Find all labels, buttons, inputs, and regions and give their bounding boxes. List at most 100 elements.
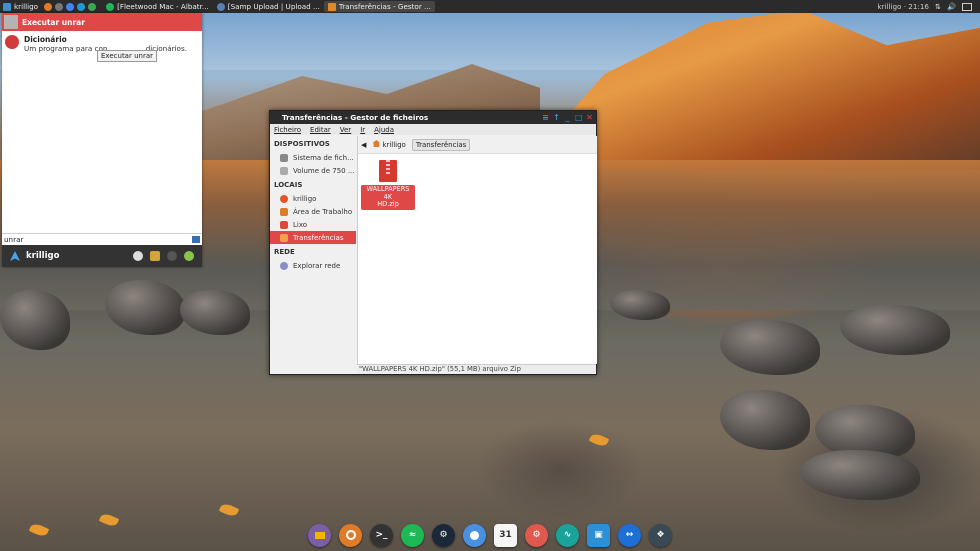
- downloads-folder-icon: [280, 233, 288, 242]
- file-label: WALLPAPERS 4K HD.zip: [361, 185, 415, 210]
- up-arrow-icon[interactable]: ↑: [553, 114, 560, 122]
- show-desktop-icon[interactable]: [962, 2, 972, 11]
- close-icon[interactable]: ✕: [586, 114, 593, 122]
- taskbar-item[interactable]: [Samp Upload | Upload ...: [213, 1, 324, 12]
- minimize-icon[interactable]: _: [564, 114, 571, 122]
- files-icon[interactable]: [308, 523, 331, 547]
- software-icon[interactable]: [133, 251, 143, 261]
- tray: krilligo · 21:16 ⇅ 🔊: [877, 2, 980, 11]
- file-view: ◀ krilligo Transferências WALLPAPERS 4K …: [357, 136, 597, 364]
- wallpaper-rock: [840, 305, 950, 355]
- home-icon: [372, 140, 381, 147]
- browser-icon: [216, 2, 225, 11]
- trash-icon: [280, 220, 288, 229]
- user-avatar-icon: [10, 251, 20, 261]
- dictionary-icon: [5, 35, 19, 49]
- wallpaper-rock: [180, 290, 250, 335]
- sidebar-item-home[interactable]: krilligo: [270, 192, 356, 205]
- quick-launchers: [41, 0, 102, 13]
- menu-editar[interactable]: Editar: [310, 126, 331, 134]
- file-label-line: WALLPAPERS 4K: [366, 185, 410, 201]
- file-item-wallpapers-zip[interactable]: WALLPAPERS 4K HD.zip: [361, 160, 415, 210]
- file-label-line: HD.zip: [377, 200, 399, 208]
- chromium-icon[interactable]: [463, 523, 486, 547]
- wallpaper-leaf: [218, 501, 240, 519]
- sidebar-header-places: LOCAIS: [274, 181, 303, 189]
- tooltip: Executar unrar: [97, 50, 157, 62]
- breadcrumb-downloads[interactable]: Transferências: [411, 138, 471, 151]
- teamviewer-icon[interactable]: [77, 2, 86, 11]
- sidebar-item-network[interactable]: Explorar rede: [270, 259, 356, 272]
- sidebar-item-filesystem[interactable]: Sistema de fich...: [270, 151, 356, 164]
- wallpaper-rock: [105, 280, 185, 335]
- image-viewer-icon[interactable]: ▣: [587, 523, 610, 547]
- wallpaper-rock: [610, 290, 670, 320]
- spotify-icon[interactable]: ≈: [401, 523, 424, 547]
- launcher-username: krilligo: [26, 251, 60, 261]
- kodi-icon[interactable]: ❖: [649, 523, 672, 547]
- chromium-icon[interactable]: [66, 2, 75, 11]
- menu-ver[interactable]: Ver: [340, 126, 351, 134]
- sidebar-item-desktop[interactable]: Área de Trabalho: [270, 205, 356, 218]
- network-icon[interactable]: ⇅: [935, 2, 941, 11]
- sidebar-header-network: REDE: [274, 248, 295, 256]
- sidebar-item-label: Área de Trabalho: [293, 207, 353, 216]
- system-monitor-icon[interactable]: ∿: [556, 523, 579, 547]
- window-titlebar[interactable]: Transferências - Gestor de ficheiros ≡ ↑…: [270, 111, 596, 124]
- breadcrumb-home[interactable]: krilligo: [369, 139, 408, 150]
- desktop-folder-icon: [280, 207, 288, 216]
- status-bar: "WALLPAPERS 4K HD.zip" (55,1 MB) arquivo…: [357, 364, 596, 374]
- clock[interactable]: krilligo · 21:16: [877, 2, 929, 11]
- taskbar-item-label: Transferências - Gestor ...: [338, 2, 431, 11]
- sidebar-item-volume[interactable]: Volume de 750 ...: [270, 164, 356, 177]
- menu-ficheiro[interactable]: Ficheiro: [274, 126, 301, 134]
- menu-button[interactable]: krilligo: [0, 0, 41, 13]
- zip-file-icon: [379, 160, 397, 182]
- launcher-selected-row[interactable]: Executar unrar: [2, 13, 202, 31]
- lock-icon[interactable]: [150, 251, 160, 261]
- maximize-icon[interactable]: □: [575, 114, 583, 122]
- volume-icon[interactable]: 🔊: [947, 2, 956, 11]
- menubar: Ficheiro Editar Ver Ir Ajuda: [270, 124, 596, 135]
- back-arrow-icon[interactable]: ◀: [361, 141, 366, 149]
- launcher-footer: krilligo: [2, 245, 202, 267]
- sidebar-item-downloads[interactable]: Transferências: [270, 231, 356, 244]
- launcher-search-value: unrar: [4, 234, 24, 244]
- monitor-icon[interactable]: [88, 2, 97, 11]
- breadcrumb: ◀ krilligo Transferências: [358, 136, 597, 154]
- sidebar-header-devices: DISPOSITIVOS: [274, 140, 330, 148]
- calendar-day: 31: [499, 530, 512, 540]
- file-manager-window: Transferências - Gestor de ficheiros ≡ ↑…: [269, 110, 597, 375]
- folder-icon: [327, 2, 336, 11]
- menu-ir[interactable]: Ir: [360, 126, 365, 134]
- logout-icon[interactable]: [167, 251, 177, 261]
- files-icon[interactable]: [44, 2, 53, 11]
- terminal-icon[interactable]: [55, 2, 64, 11]
- teamviewer-icon[interactable]: ↔: [618, 523, 641, 547]
- result-title: Dicionário: [24, 35, 67, 44]
- sidebar: DISPOSITIVOS Sistema de fich... Volume d…: [270, 136, 356, 364]
- steam-icon[interactable]: ⚙: [432, 523, 455, 547]
- top-panel: krilligo [Fleetwood Mac - Albatr... [Sam…: [0, 0, 980, 13]
- taskbar-item[interactable]: [Fleetwood Mac - Albatr...: [102, 1, 213, 12]
- clear-icon[interactable]: [192, 235, 200, 243]
- taskbar-item-label: [Fleetwood Mac - Albatr...: [117, 2, 209, 11]
- taskbar-item[interactable]: Transferências - Gestor ...: [323, 1, 435, 12]
- launcher-search-input[interactable]: unrar: [2, 233, 202, 244]
- sidebar-item-label: Transferências: [293, 233, 344, 242]
- calendar-icon[interactable]: 31: [494, 523, 517, 547]
- menu-ajuda[interactable]: Ajuda: [374, 126, 394, 134]
- dock: >_ ≈ ⚙ 31 ⚙ ∿ ▣ ↔ ❖: [304, 519, 676, 551]
- result-description: Um programa para con: [24, 44, 108, 53]
- settings-icon[interactable]: ⚙: [525, 523, 548, 547]
- wallpaper-rock: [0, 290, 70, 350]
- window-title: Transferências - Gestor de ficheiros: [282, 113, 429, 122]
- terminal-icon[interactable]: >_: [370, 523, 393, 547]
- sidebar-item-trash[interactable]: Lixo: [270, 218, 356, 231]
- spotify-icon: [106, 2, 115, 11]
- wallpaper-rock: [720, 320, 820, 375]
- menu-lines-icon[interactable]: ≡: [542, 114, 549, 122]
- power-icon[interactable]: [184, 251, 194, 261]
- ubuntu-icon[interactable]: [339, 523, 362, 547]
- home-icon: [280, 194, 288, 203]
